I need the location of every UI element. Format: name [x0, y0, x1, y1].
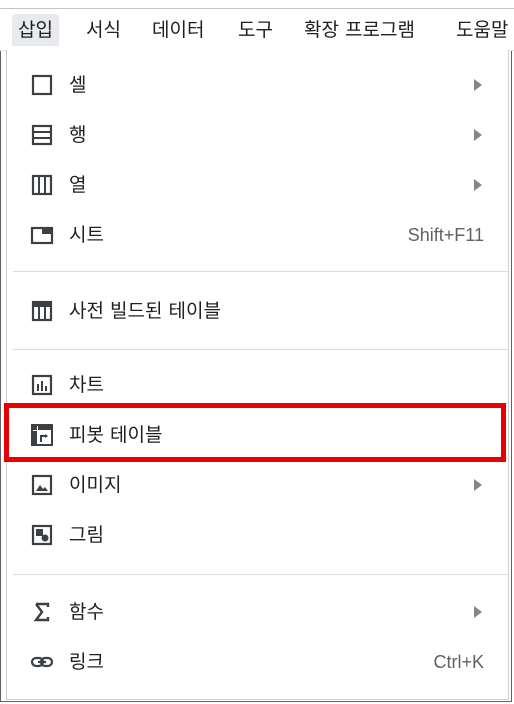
menu-format[interactable]: 서식: [80, 14, 127, 46]
menu-item-sheet[interactable]: 시트 Shift+F11: [7, 210, 508, 260]
menu-item-pivot-table[interactable]: 피봇 테이블: [7, 410, 508, 460]
menu-item-label: 차트: [69, 374, 104, 396]
insert-dropdown-menu: 셀 행 열 시트 Shift+F11 사전 빌드된 테이블 차트 피봇 테이블 …: [6, 50, 509, 700]
menu-divider: [13, 271, 508, 272]
sigma-icon: [29, 599, 55, 625]
menu-divider: [13, 574, 508, 575]
menu-item-function[interactable]: 함수: [7, 587, 508, 637]
menu-item-label: 열: [69, 174, 87, 196]
column-icon: [29, 172, 55, 198]
sheet-icon: [29, 222, 55, 248]
shortcut-text: Shift+F11: [407, 225, 484, 245]
image-icon: [29, 472, 55, 498]
menu-item-column[interactable]: 열: [7, 160, 508, 210]
shortcut-text: Ctrl+K: [433, 652, 484, 672]
cell-icon: [29, 72, 55, 98]
menu-item-label: 함수: [69, 601, 104, 623]
menu-data[interactable]: 데이터: [146, 14, 210, 46]
submenu-arrow-icon: [474, 179, 482, 191]
menu-item-prebuilt-table[interactable]: 사전 빌드된 테이블: [7, 286, 508, 336]
menu-item-label: 사전 빌드된 테이블: [69, 300, 221, 322]
menu-tools[interactable]: 도구: [232, 14, 279, 46]
submenu-arrow-icon: [474, 129, 482, 141]
link-icon: [29, 649, 55, 675]
menu-item-label: 셀: [69, 74, 87, 96]
menu-divider: [13, 349, 508, 350]
menu-item-link[interactable]: 링크 Ctrl+K: [7, 637, 508, 687]
toolbar-edge: [0, 0, 514, 9]
menu-item-label: 이미지: [69, 474, 122, 496]
pivot-table-icon: [29, 422, 55, 448]
menu-help[interactable]: 도움말: [450, 14, 514, 46]
menu-item-drawing[interactable]: 그림: [7, 510, 508, 560]
menu-item-label: 시트: [69, 224, 104, 246]
menu-item-label: 링크: [69, 651, 104, 673]
menu-item-row[interactable]: 행: [7, 110, 508, 160]
menu-item-cell[interactable]: 셀: [7, 60, 508, 110]
menu-item-image[interactable]: 이미지: [7, 460, 508, 510]
menu-item-label: 피봇 테이블: [69, 424, 163, 446]
drawing-icon: [29, 522, 55, 548]
submenu-arrow-icon: [474, 479, 482, 491]
menu-item-chart[interactable]: 차트: [7, 360, 508, 410]
menu-bar: 삽입 서식 데이터 도구 확장 프로그램 도움말: [0, 0, 514, 51]
table-icon: [29, 298, 55, 324]
chart-icon: [29, 372, 55, 398]
row-icon: [29, 122, 55, 148]
menu-extensions[interactable]: 확장 프로그램: [298, 14, 421, 46]
menu-item-label: 그림: [69, 524, 104, 546]
menu-item-label: 행: [69, 124, 87, 146]
menu-insert[interactable]: 삽입: [12, 14, 59, 46]
submenu-arrow-icon: [474, 79, 482, 91]
submenu-arrow-icon: [474, 606, 482, 618]
